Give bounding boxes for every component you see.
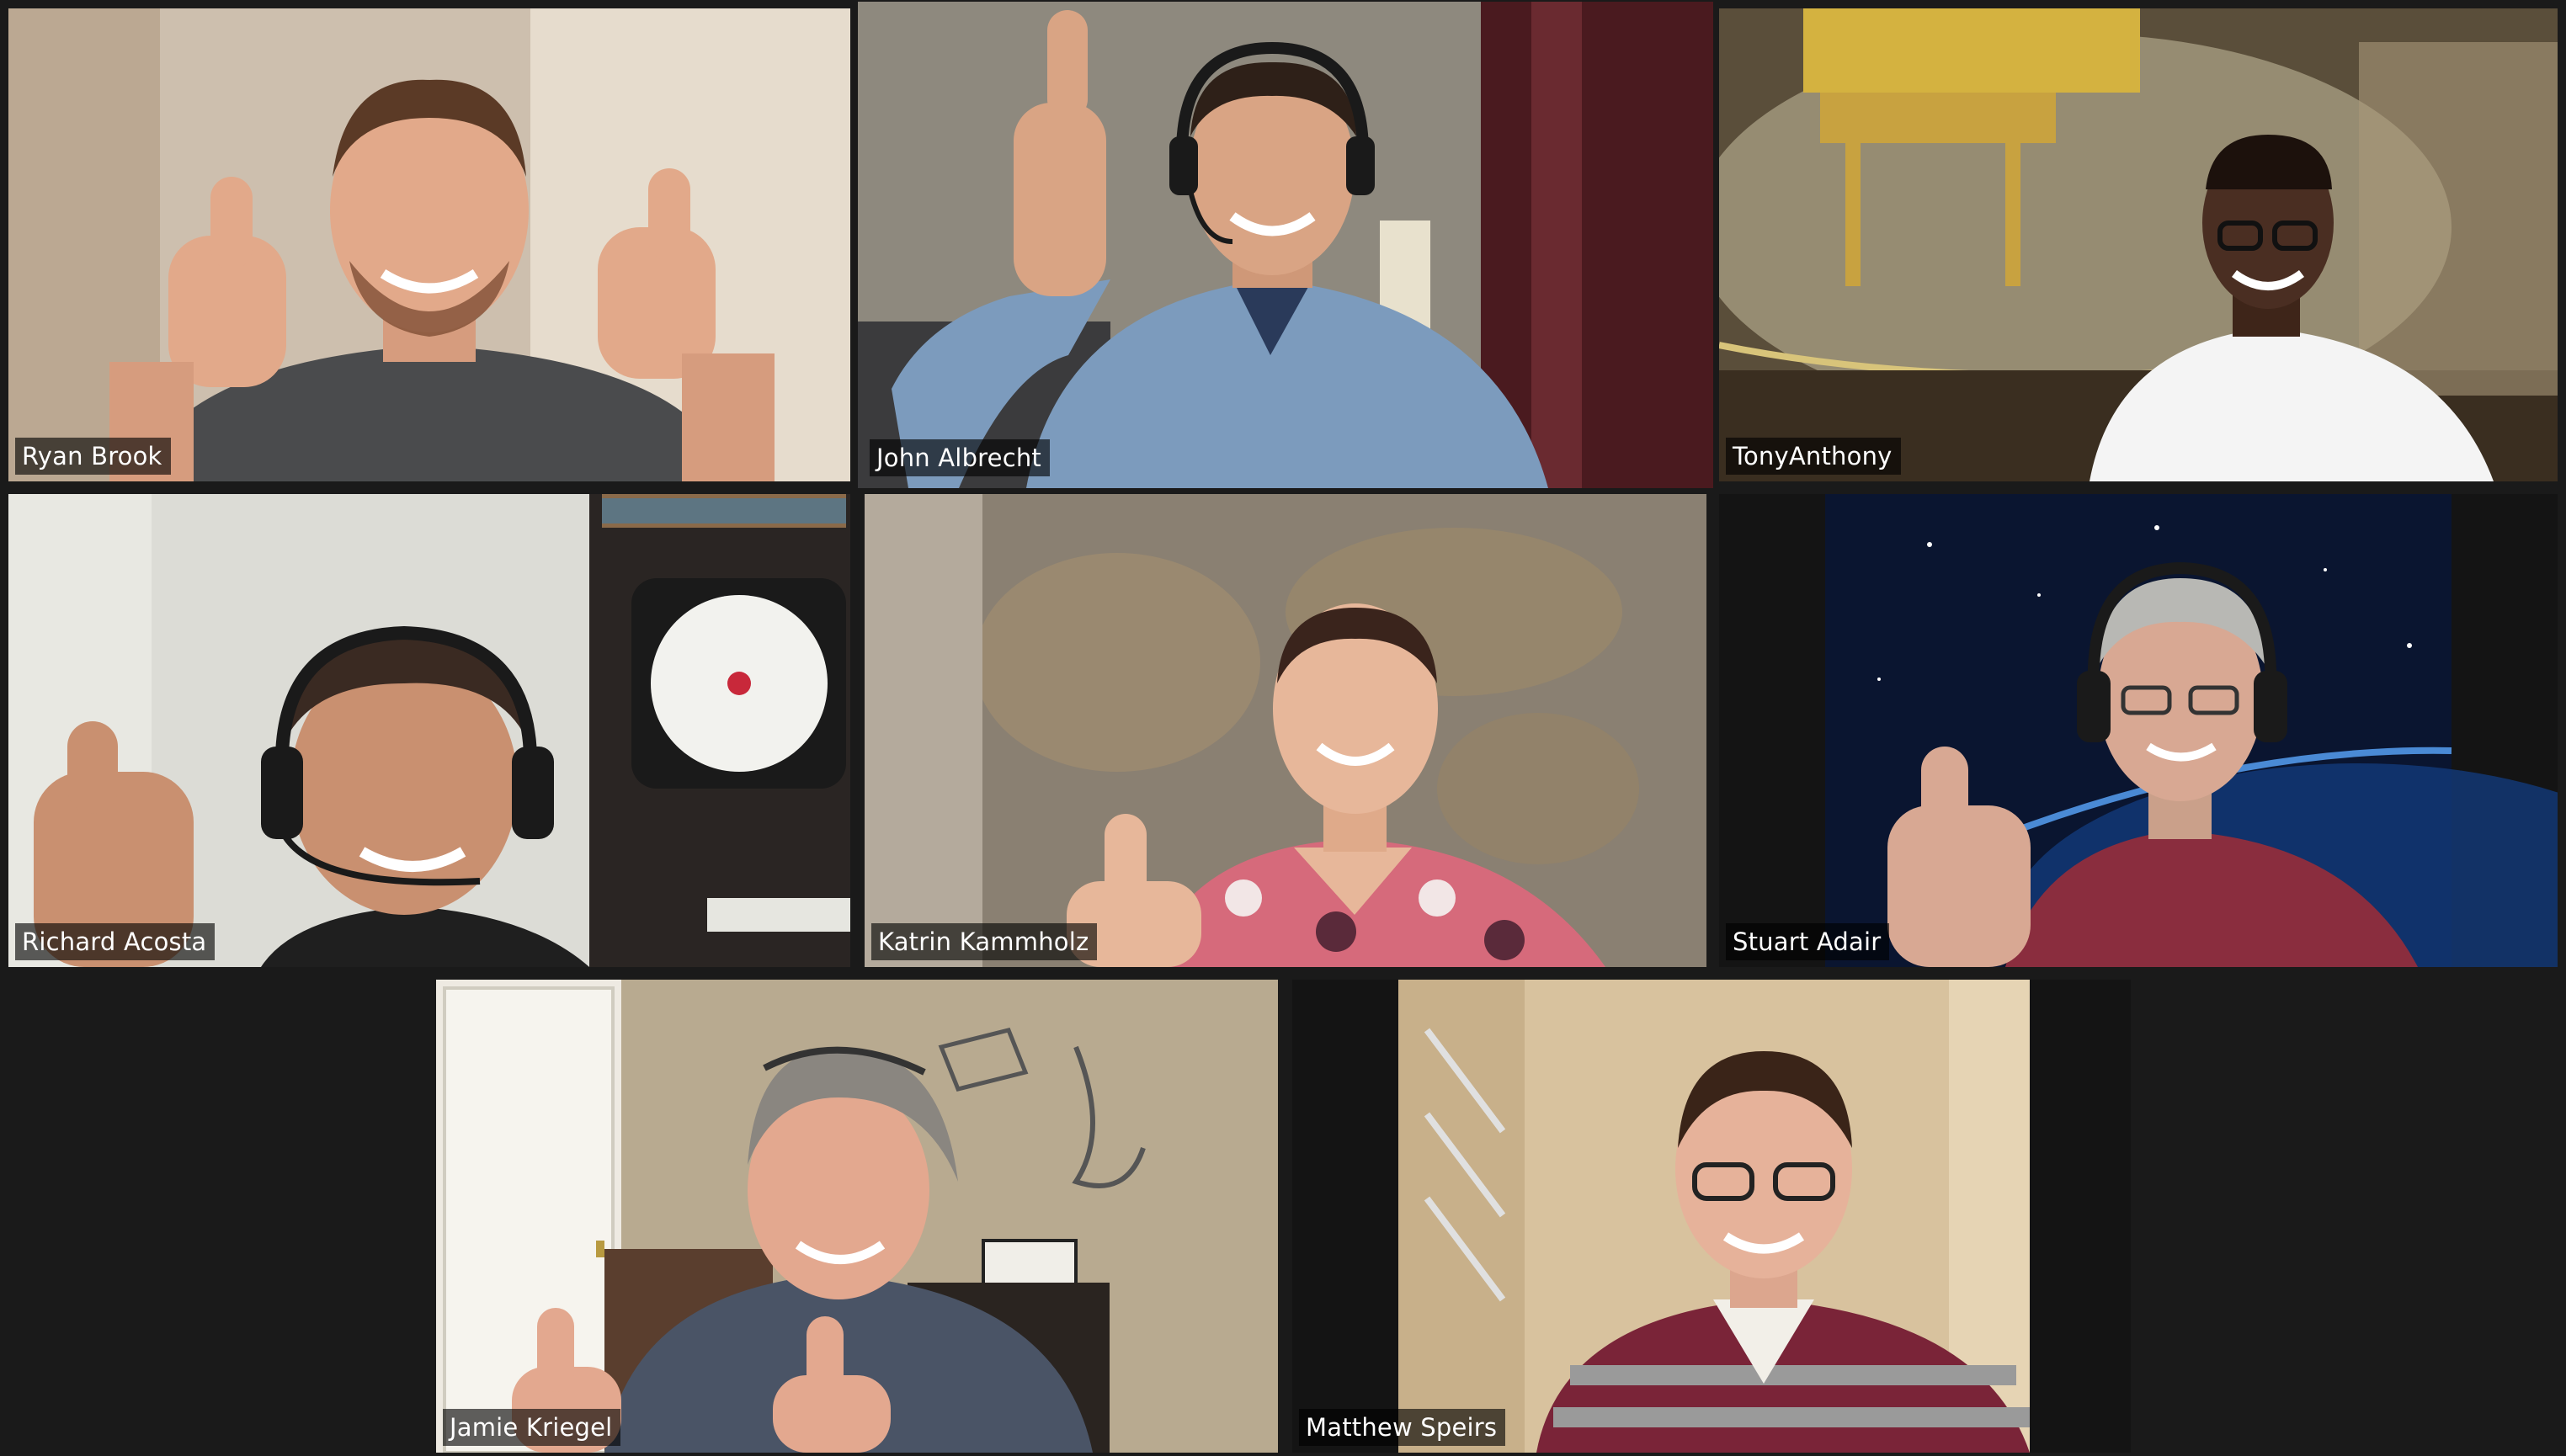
participant-tile-john-albrecht[interactable]: John Albrecht	[858, 2, 1713, 488]
participant-video	[436, 980, 1278, 1453]
participant-name-label: Matthew Speirs	[1299, 1409, 1506, 1446]
participant-tile-stuart-adair[interactable]: Stuart Adair	[1719, 494, 2558, 967]
participant-video	[8, 8, 850, 481]
participant-name-label: Stuart Adair	[1726, 923, 1890, 960]
participant-tile-ryan-brook[interactable]: Ryan Brook	[8, 8, 850, 481]
video-gallery: Ryan Brook John Albrecht TonyAnthony Ric…	[0, 0, 2566, 1456]
participant-name-label: Ryan Brook	[15, 438, 171, 475]
participant-tile-tonyanthony[interactable]: TonyAnthony	[1719, 8, 2558, 481]
participant-tile-richard-acosta[interactable]: Richard Acosta	[8, 494, 850, 967]
participant-name-label: Richard Acosta	[15, 923, 216, 960]
participant-tile-jamie-kriegel[interactable]: Jamie Kriegel	[436, 980, 1278, 1453]
participant-video	[865, 494, 1706, 967]
participant-name-label: TonyAnthony	[1726, 438, 1901, 475]
participant-tile-katrin-kammholz[interactable]: Katrin Kammholz	[865, 494, 1706, 967]
participant-name-label: Katrin Kammholz	[871, 923, 1098, 960]
participant-video	[1719, 494, 2558, 967]
participant-video	[1292, 980, 2131, 1453]
participant-tile-matthew-speirs[interactable]: Matthew Speirs	[1292, 980, 2131, 1453]
participant-video	[8, 494, 850, 967]
participant-name-label: Jamie Kriegel	[443, 1409, 621, 1446]
participant-video	[858, 2, 1713, 488]
participant-video	[1719, 8, 2558, 481]
participant-name-label: John Albrecht	[870, 439, 1050, 476]
